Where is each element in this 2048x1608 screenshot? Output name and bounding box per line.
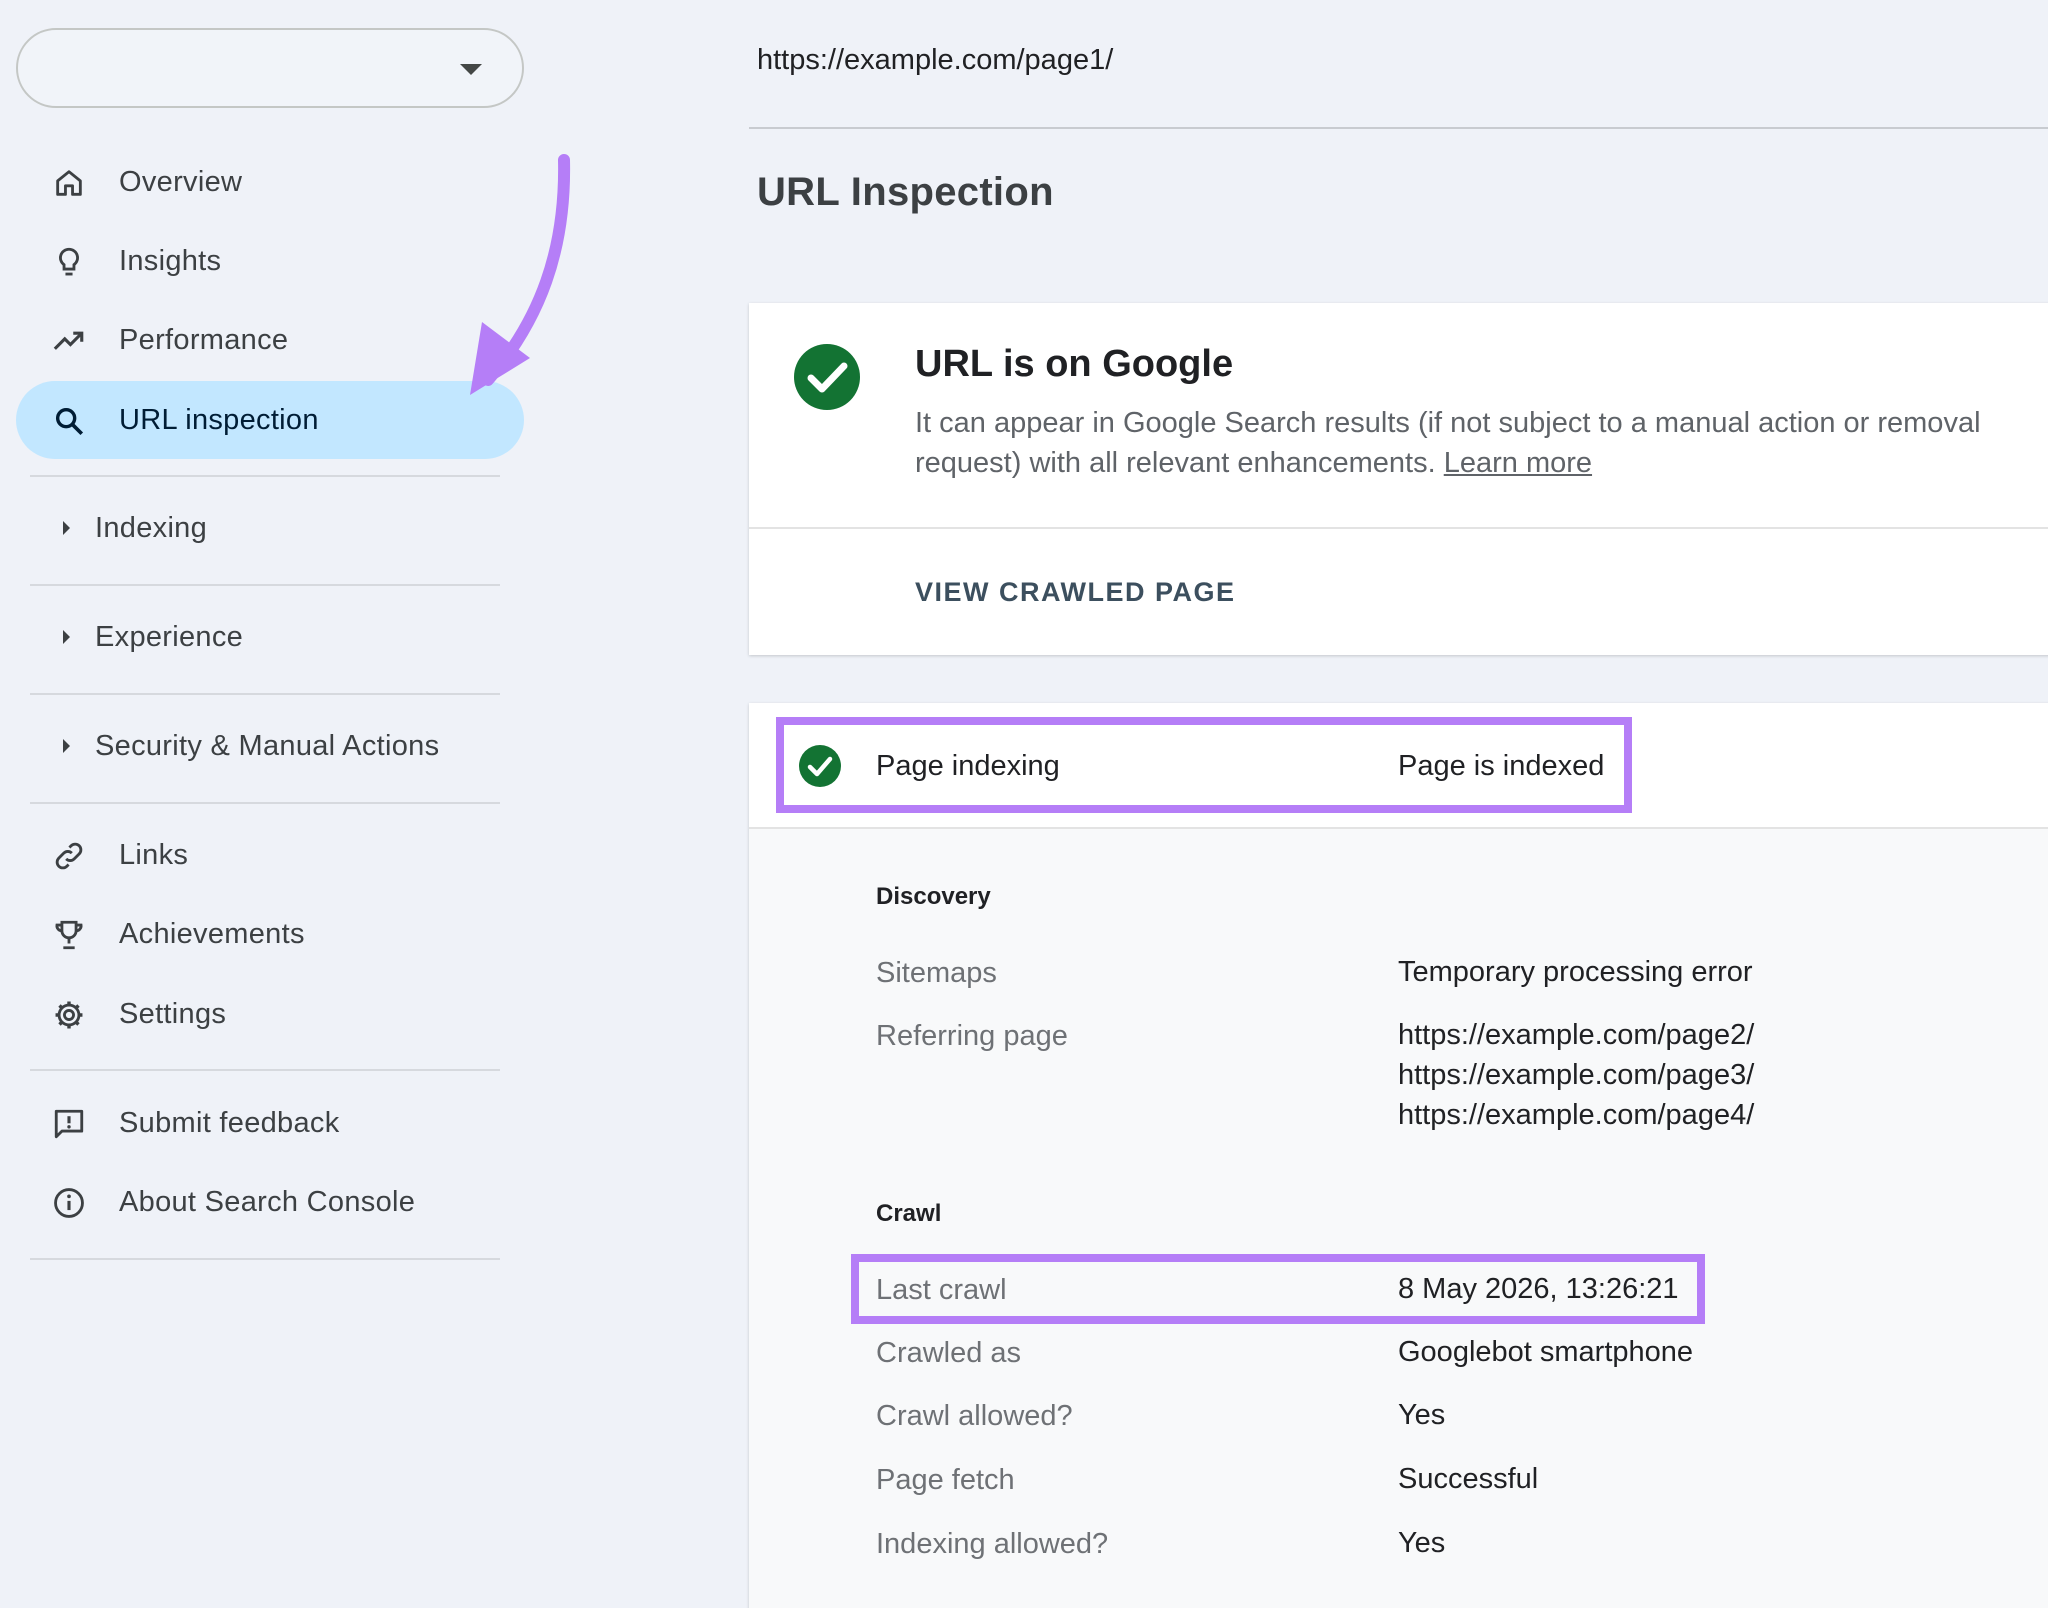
sidebar-section-label: Experience — [95, 620, 244, 653]
divider — [30, 584, 500, 586]
sidebar-item-label: Overview — [119, 165, 243, 198]
crawl-allowed-label: Crawl allowed? — [876, 1400, 1073, 1432]
divider — [30, 475, 500, 477]
referring-page-link[interactable]: https://example.com/page4/ — [1398, 1095, 1754, 1135]
discovery-heading: Discovery — [876, 883, 991, 910]
sidebar-item-label: Insights — [119, 244, 222, 277]
sidebar-item-label: Settings — [119, 997, 227, 1030]
sitemaps-label: Sitemaps — [876, 957, 997, 989]
status-description: It can appear in Google Search results (… — [915, 403, 2048, 483]
divider — [749, 127, 2048, 129]
sidebar-section-label: Security & Manual Actions — [95, 729, 440, 762]
indexing-allowed-value: Yes — [1398, 1527, 1446, 1559]
crawled-as-label: Crawled as — [876, 1337, 1022, 1369]
sidebar-item-label: About Search Console — [119, 1185, 416, 1218]
page-indexing-value: Page is indexed — [1398, 750, 1605, 782]
check-circle-icon — [794, 344, 860, 410]
crawl-allowed-value: Yes — [1398, 1399, 1446, 1431]
sidebar-item-label: Submit feedback — [119, 1106, 340, 1139]
sidebar-item-settings[interactable]: Settings — [16, 975, 524, 1053]
indexing-allowed-label: Indexing allowed? — [876, 1528, 1109, 1560]
last-crawl-value: 8 May 2026, 13:26:21 — [1398, 1273, 1679, 1305]
page-fetch-label: Page fetch — [876, 1464, 1015, 1496]
page-indexing-label: Page indexing — [876, 750, 1060, 782]
status-card: URL is on Google It can appear in Google… — [749, 303, 2048, 655]
last-crawl-label: Last crawl — [876, 1274, 1007, 1306]
page-indexing-row[interactable]: Page indexing Page is indexed — [749, 703, 2048, 829]
sitemaps-value: Temporary processing error — [1398, 956, 1753, 988]
referring-page-link[interactable]: https://example.com/page3/ — [1398, 1055, 1754, 1095]
property-selector[interactable] — [16, 28, 524, 108]
sidebar-section-label: Indexing — [95, 511, 208, 544]
home-icon — [56, 170, 82, 196]
crawled-as-value: Googlebot smartphone — [1398, 1336, 1694, 1368]
indexing-card: Page indexing Page is indexed Discovery … — [749, 703, 2048, 1608]
sidebar-section-indexing[interactable]: Indexing — [30, 488, 500, 568]
referring-page-link[interactable]: https://example.com/page2/ — [1398, 1015, 1754, 1055]
sidebar-item-label: Performance — [119, 323, 289, 356]
sidebar-item-achievements[interactable]: Achievements — [16, 895, 524, 973]
chevron-down-icon — [460, 64, 482, 75]
crawl-heading: Crawl — [876, 1200, 942, 1227]
search-icon — [55, 407, 84, 436]
sidebar-item-about[interactable]: About Search Console — [16, 1163, 524, 1241]
gear-icon — [55, 1001, 83, 1029]
trophy-icon — [55, 920, 83, 950]
learn-more-link[interactable]: Learn more — [1444, 447, 1592, 479]
caret-right-icon — [63, 521, 70, 535]
sidebar-item-label: Achievements — [119, 917, 305, 950]
sidebar-item-label: URL inspection — [119, 403, 319, 436]
status-headline: URL is on Google — [915, 343, 1234, 385]
check-circle-icon — [799, 745, 841, 787]
divider — [30, 1258, 500, 1260]
page-title: URL Inspection — [757, 170, 1054, 214]
divider — [749, 527, 2048, 529]
sidebar-item-links[interactable]: Links — [16, 816, 524, 894]
feedback-icon — [54, 1109, 84, 1139]
page-fetch-value: Successful — [1398, 1463, 1539, 1495]
referring-page-label: Referring page — [876, 1020, 1068, 1052]
divider — [30, 693, 500, 695]
view-crawled-page-button[interactable]: VIEW CRAWLED PAGE — [915, 577, 1236, 608]
divider — [30, 802, 500, 804]
annotation-arrow-icon — [470, 154, 571, 395]
link-icon — [55, 842, 83, 870]
sidebar-section-security[interactable]: Security & Manual Actions — [30, 706, 500, 786]
caret-right-icon — [63, 739, 70, 753]
caret-right-icon — [63, 630, 70, 644]
sidebar-item-label: Links — [119, 838, 189, 871]
lightbulb-icon — [59, 247, 79, 276]
trending-up-icon — [53, 331, 84, 350]
inspected-url[interactable]: https://example.com/page1/ — [757, 44, 1113, 77]
sidebar-section-experience[interactable]: Experience — [30, 597, 500, 677]
divider — [30, 1069, 500, 1071]
info-icon — [54, 1188, 84, 1218]
sidebar-item-submit-feedback[interactable]: Submit feedback — [16, 1084, 524, 1162]
